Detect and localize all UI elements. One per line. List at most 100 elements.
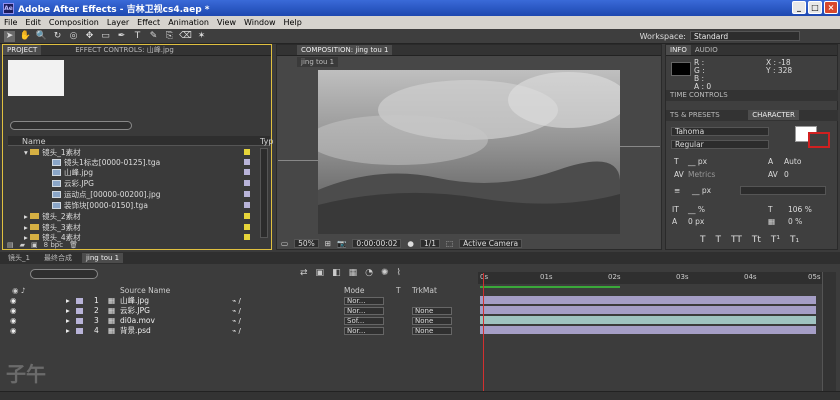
name-column-header[interactable]: Name (22, 137, 46, 146)
label-color-swatch[interactable] (244, 169, 250, 175)
tab-comp-jingtou1[interactable]: jing tou 1 (81, 253, 124, 263)
layer-duration-bar[interactable] (480, 326, 816, 334)
tracking-value[interactable]: 0 (784, 170, 789, 179)
expand-arrow-icon[interactable]: ▸ (66, 306, 70, 315)
expand-arrow-icon[interactable]: ▸ (66, 316, 70, 325)
layer-switches-icon[interactable]: ⌁ / (232, 307, 241, 315)
project-item-folder-1[interactable]: ▾ 镜头_1素材 (24, 147, 81, 157)
expand-arrow-icon[interactable]: ▸ (66, 296, 70, 305)
zoom-dropdown[interactable]: 50% (294, 239, 319, 248)
layer-row-4[interactable]: ◉ ▸ 4 ▦ 背景.psd ⌁ / (0, 326, 478, 335)
source-name-column[interactable]: Source Name (120, 286, 170, 295)
label-color-swatch[interactable] (244, 224, 250, 230)
layer-duration-bar[interactable] (480, 316, 816, 324)
project-item[interactable]: 运动点_[00000-00200].jpg (52, 189, 161, 199)
timeline-search-input[interactable] (30, 269, 98, 279)
time-ruler[interactable]: 0s 01s 02s 03s 04s 05s (478, 272, 822, 284)
font-size-value[interactable]: __ px (688, 157, 707, 166)
layer-name[interactable]: di0a.mov (120, 316, 155, 325)
minimize-button[interactable]: _ (792, 1, 806, 14)
tab-character[interactable]: CHARACTER (748, 110, 799, 120)
safe-zones-icon[interactable]: ⊞ (325, 239, 331, 248)
tab-effects-presets[interactable]: TS & PRESETS (666, 110, 724, 120)
project-scrollbar[interactable] (260, 148, 268, 238)
video-toggle-icon[interactable]: ◉ (10, 306, 17, 315)
horizontal-scale-value[interactable]: 106 % (788, 205, 812, 214)
stroke-style-dropdown[interactable] (740, 186, 826, 195)
layer-row-3[interactable]: ◉ ▸ 3 ▦ di0a.mov ⌁ / (0, 316, 478, 325)
menu-edit[interactable]: Edit (25, 18, 41, 27)
project-search-input[interactable] (10, 121, 132, 130)
baseline-shift-value[interactable]: 0 px (688, 217, 704, 226)
layer-mode-dropdown[interactable]: Sof... (344, 317, 384, 325)
tab-info[interactable]: INFO (666, 45, 691, 55)
frame-blending-icon[interactable]: ▦ (349, 268, 358, 278)
hand-tool-icon[interactable]: ✋ (20, 31, 31, 42)
layer-label-color[interactable] (76, 317, 83, 324)
collapse-arrow-icon[interactable]: ▸ (24, 223, 28, 232)
text-tool-icon[interactable]: T (132, 31, 143, 42)
layer-mode-dropdown[interactable]: Nor... (344, 307, 384, 315)
stroke-color-swatch[interactable] (808, 132, 830, 148)
layer-row-1[interactable]: ◉ ▸ 1 ▦ 山峰.jpg ⌁ / (0, 296, 478, 305)
tab-project[interactable]: PROJECT (3, 45, 42, 55)
camera-snapshot-icon[interactable]: 📷 (337, 239, 346, 248)
collapse-arrow-icon[interactable]: ▸ (24, 212, 28, 221)
tab-comp-shot1[interactable]: 镜头_1 (4, 252, 34, 264)
trkmat-column[interactable]: TrkMat (412, 286, 437, 295)
composition-viewer[interactable] (318, 70, 620, 234)
project-item-folder-3[interactable]: ▸ 镜头_3素材 (24, 222, 81, 232)
pen-tool-icon[interactable]: ✒ (116, 31, 127, 42)
layer-trkmat-dropdown[interactable]: None (412, 307, 452, 315)
interpret-footage-icon[interactable]: ▤ (7, 241, 14, 249)
menu-window[interactable]: Window (244, 18, 276, 27)
zoom-tool-icon[interactable]: 🔍 (36, 31, 47, 42)
label-color-swatch[interactable] (244, 202, 250, 208)
brainstorm-icon[interactable]: ✺ (381, 268, 389, 278)
video-toggle-icon[interactable]: ◉ (10, 326, 17, 335)
rotate-tool-icon[interactable]: ↻ (52, 31, 63, 42)
layer-switches-icon[interactable]: ⌁ / (232, 327, 241, 335)
menu-composition[interactable]: Composition (49, 18, 99, 27)
tab-audio[interactable]: AUDIO (691, 45, 722, 55)
project-item-folder-2[interactable]: ▸ 镜头_2素材 (24, 211, 81, 221)
trash-icon[interactable]: 🗑 (69, 241, 78, 249)
puppet-tool-icon[interactable]: ✶ (196, 31, 207, 42)
layer-trkmat-dropdown[interactable]: None (412, 317, 452, 325)
tab-composition[interactable]: COMPOSITION: jing tou 1 (297, 45, 393, 55)
superscript-icon[interactable]: T¹ (771, 235, 780, 245)
layer-label-color[interactable] (76, 307, 83, 314)
label-color-swatch[interactable] (244, 149, 250, 155)
layer-mode-dropdown[interactable]: Nor... (344, 327, 384, 335)
work-area-bar[interactable] (480, 286, 620, 288)
clone-stamp-tool-icon[interactable]: ⎘ (164, 31, 175, 42)
tsume-value[interactable]: 0 % (788, 217, 802, 226)
comp-mini-flowchart-icon[interactable]: ⇄ (300, 268, 308, 278)
project-item[interactable]: 镜头1标志[0000-0125].tga (52, 157, 160, 167)
layer-duration-bar[interactable] (480, 296, 816, 304)
menu-effect[interactable]: Effect (137, 18, 160, 27)
video-toggle-icon[interactable]: ◉ (10, 316, 17, 325)
layer-switches-icon[interactable]: ⌁ / (232, 297, 241, 305)
hide-shy-icon[interactable]: ◧ (332, 268, 341, 278)
brush-tool-icon[interactable]: ✎ (148, 31, 159, 42)
layer-name[interactable]: 背景.psd (120, 325, 151, 336)
monitor-icon[interactable]: ▭ (281, 239, 288, 248)
label-color-swatch[interactable] (244, 213, 250, 219)
label-color-swatch[interactable] (244, 159, 250, 165)
current-time-indicator[interactable] (483, 273, 484, 400)
faux-bold-icon[interactable]: T (700, 235, 706, 245)
workspace-dropdown[interactable]: Standard (690, 31, 800, 41)
small-caps-icon[interactable]: Tt (752, 235, 761, 245)
menu-file[interactable]: File (4, 18, 17, 27)
pan-behind-tool-icon[interactable]: ✥ (84, 31, 95, 42)
label-color-swatch[interactable] (244, 191, 250, 197)
kerning-value[interactable]: Metrics (688, 170, 715, 179)
layer-row-2[interactable]: ◉ ▸ 2 ▦ 云彩.JPG ⌁ / (0, 306, 478, 315)
label-color-swatch[interactable] (244, 180, 250, 186)
mode-column[interactable]: Mode (344, 286, 364, 295)
layer-label-color[interactable] (76, 297, 83, 304)
preserve-transparency-column[interactable]: T (396, 286, 401, 295)
vertical-scale-value[interactable]: __ % (688, 205, 705, 214)
menu-view[interactable]: View (217, 18, 236, 27)
